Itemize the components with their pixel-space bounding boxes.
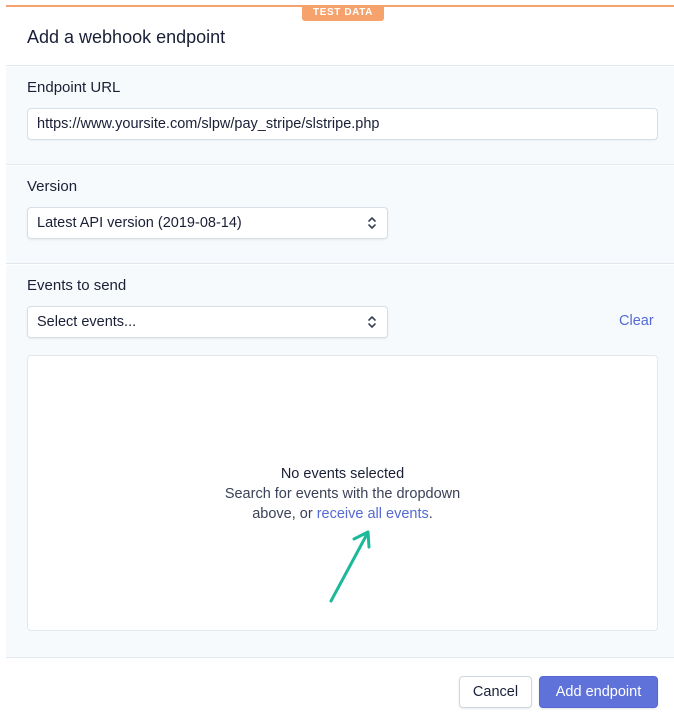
modal-footer: Cancel Add endpoint	[6, 659, 674, 725]
arrow-annotation-icon	[329, 530, 371, 603]
webhook-modal: TEST DATA Add a webhook endpoint Endpoin…	[6, 0, 674, 725]
empty-events-message: No events selected Search for events wit…	[28, 464, 657, 524]
endpoint-url-input[interactable]	[27, 108, 658, 140]
modal-header: Add a webhook endpoint	[6, 7, 674, 66]
empty-events-prefix: above, or	[252, 506, 317, 522]
version-section: Version Latest API version (2019-08-14)	[6, 166, 674, 264]
events-select-placeholder: Select events...	[37, 314, 137, 330]
clear-events-link[interactable]: Clear	[619, 313, 654, 329]
empty-events-suffix: .	[428, 506, 433, 522]
cancel-button[interactable]: Cancel	[459, 676, 532, 708]
chevron-up-down-icon	[368, 217, 376, 229]
empty-events-line2: above, or receive all events.	[28, 504, 657, 524]
endpoint-url-label: Endpoint URL	[27, 79, 121, 96]
events-select[interactable]: Select events...	[27, 306, 388, 338]
add-endpoint-button[interactable]: Add endpoint	[539, 676, 658, 708]
endpoint-url-section: Endpoint URL	[6, 67, 674, 165]
version-select[interactable]: Latest API version (2019-08-14)	[27, 207, 388, 239]
empty-events-title: No events selected	[280, 466, 405, 482]
version-select-value: Latest API version (2019-08-14)	[37, 215, 242, 231]
events-section: Events to send Select events... Clear No…	[6, 265, 674, 658]
events-label: Events to send	[27, 277, 127, 294]
modal-title: Add a webhook endpoint	[27, 27, 226, 47]
receive-all-events-link[interactable]: receive all events	[317, 506, 429, 522]
chevron-up-down-icon	[368, 316, 376, 328]
selected-events-box: No events selected Search for events wit…	[27, 355, 658, 631]
empty-events-line1: Search for events with the dropdown	[224, 486, 461, 502]
version-label: Version	[27, 178, 78, 195]
